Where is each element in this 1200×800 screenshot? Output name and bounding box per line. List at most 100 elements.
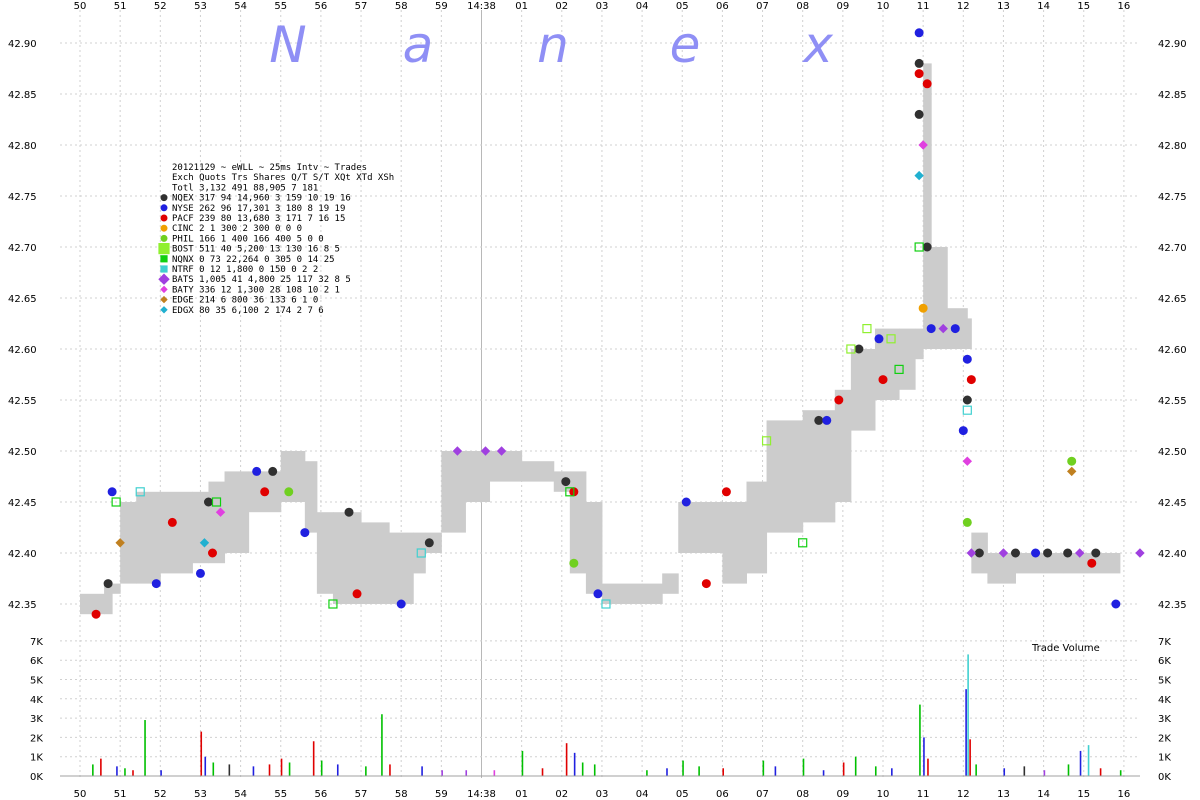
trade-marker [569,558,579,568]
volume-bar [927,758,929,776]
trade-marker [203,497,213,507]
legend-marker [160,214,168,222]
x-tick-label-bottom: 16 [1118,789,1131,800]
nbbo-segment [304,461,318,533]
nbbo-segment [112,583,121,594]
price-tick-right: 42.85 [1158,90,1187,101]
trade-marker [914,58,924,68]
volume-bars [92,654,1122,776]
x-tick-label-top: 05 [676,1,689,12]
volume-bar [1067,764,1070,776]
trade-marker [424,538,434,548]
nbbo-segment [662,573,679,594]
trade-marker [962,517,972,527]
nbbo-segment [915,328,924,360]
volume-bar [132,770,134,776]
trade-marker [1063,548,1073,558]
trade-marker [1067,456,1077,466]
x-tick-label-bottom: 59 [435,789,448,800]
nbbo-segment [834,389,852,502]
trade-marker [974,548,984,558]
volume-tick-left: 7K [30,637,43,648]
volume-bar [144,720,146,776]
volume-tick-right: 3K [1158,714,1171,725]
price-tick-left: 42.60 [8,345,37,356]
trade-marker [151,579,161,589]
volume-bar [774,766,777,776]
watermark-letter: a [403,16,434,74]
nbbo-segment [678,502,723,553]
price-tick-left: 42.65 [8,294,37,305]
x-tick-label-top: 01 [515,1,528,12]
volume-bar [92,764,94,776]
volume-bar [1079,750,1082,776]
x-tick-label-top: 03 [596,1,609,12]
nbbo-segment [441,451,466,533]
x-tick-label-top: 09 [836,1,849,12]
legend-row: EDGE 214 6 800 36 133 6 1 0 [172,296,318,306]
trade-marker [1066,466,1077,477]
volume-bar [1119,770,1122,776]
volume-tick-right: 4K [1158,695,1171,706]
price-tick-left: 42.50 [8,447,37,458]
x-tick-label-bottom: 03 [596,789,609,800]
trade-marker [878,375,888,385]
price-tick-right: 42.60 [1158,345,1187,356]
volume-bar [1003,768,1006,776]
x-tick-label-top: 15 [1077,1,1090,12]
price-tick-left: 42.45 [8,498,37,509]
volume-bar [923,737,925,776]
x-tick-label-top: 52 [154,1,167,12]
volume-bar [541,768,544,776]
nanex-watermark: Na n e x [269,16,833,74]
volume-bar [593,764,596,776]
trade-marker [962,405,972,415]
volume-tick-left: 2K [30,733,43,744]
price-tick-left: 42.35 [8,600,37,611]
watermark-letter: x [801,16,833,74]
trade-marker [862,324,872,334]
x-tick-label-bottom: 04 [636,789,649,800]
x-tick-label-top: 55 [274,1,287,12]
x-tick-label-bottom: 57 [355,789,368,800]
nbbo-segment [224,471,250,553]
legend-marker [160,194,168,202]
volume-bar [666,768,668,776]
watermark-letter: N [269,16,306,74]
volume-bar [100,758,102,776]
legend-row: CINC 2 1 300 2 300 0 0 0 [172,224,302,234]
nbbo-segment [899,328,916,390]
volume-bar [280,758,283,776]
volume-bar [381,714,383,776]
nbbo-segment [361,522,390,604]
price-tick-right: 42.45 [1158,498,1187,509]
x-tick-label-bottom: 14:38 [467,789,496,800]
trade-markers [91,28,1145,619]
volume-bar [682,760,684,776]
legend-marker [160,204,168,212]
price-tick-left: 42.40 [8,549,37,560]
trade-marker [284,487,294,497]
volume-bar [919,704,921,776]
nbbo-segment [722,502,747,584]
volume-bar [1087,745,1090,776]
price-tick-right: 42.90 [1158,39,1187,50]
volume-bar [698,766,700,776]
trade-marker [918,303,928,313]
trade-marker [874,334,884,344]
volume-bar [441,770,443,776]
volume-bar [802,758,805,776]
trade-marker [922,242,932,252]
nbbo-segment [80,593,105,615]
x-tick-label-top: 54 [234,1,247,12]
x-tick-label-bottom: 01 [515,789,528,800]
nbbo-segment [413,532,426,574]
x-tick-label-bottom: 55 [274,789,287,800]
x-tick-label-bottom: 10 [877,789,890,800]
volume-bar [212,762,215,776]
legend-marker [160,285,168,294]
watermark-letter: n [537,16,569,74]
volume-tick-left: 5K [30,676,43,687]
x-tick-label-top: 14 [1037,1,1050,12]
legend-row: EDGX 80 35 6,100 2 174 2 7 6 [172,306,324,316]
